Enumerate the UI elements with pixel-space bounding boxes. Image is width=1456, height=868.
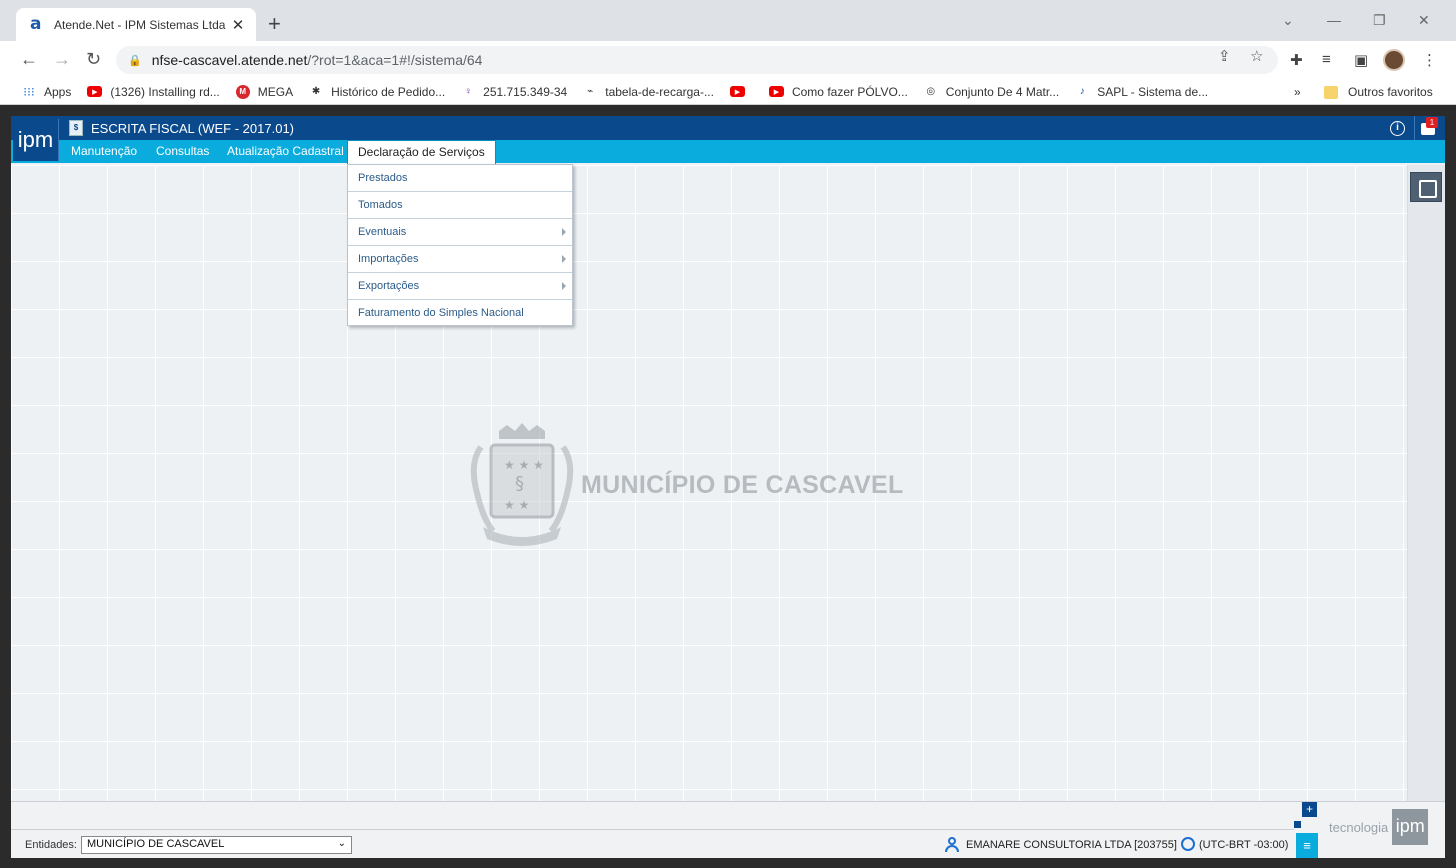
back-icon[interactable]: ← — [20, 49, 38, 69]
address-bar[interactable]: 🔒 nfse-cascavel.atende.net/?rot=1&aca=1#… — [116, 46, 1278, 74]
menu-atualizacao-cadastral[interactable]: Atualização Cadastral — [217, 140, 354, 163]
browser-toolbar: ← → ↻ 🔒 nfse-cascavel.atende.net/?rot=1&… — [0, 41, 1456, 79]
restore-icon[interactable]: ❐ — [1373, 12, 1386, 29]
main-menu: Manutenção Consultas Atualização Cadastr… — [11, 140, 1445, 164]
bookmark-icon: ♪ — [1079, 86, 1085, 97]
youtube-icon: ▶ — [729, 86, 745, 97]
youtube-icon: ▶ — [768, 86, 784, 97]
share-icon[interactable]: ⇪ — [1218, 47, 1231, 65]
logged-user[interactable]: EMANARE CONSULTORIA LTDA [203755] — [966, 839, 1177, 851]
bookmark-installing[interactable]: ▶ (1326) Installing rd... — [87, 85, 220, 99]
window-manager-button[interactable] — [1410, 172, 1442, 202]
media-control-icon[interactable]: ≡ — [1322, 51, 1331, 68]
browser-tabstrip: a Atende.Net - IPM Sistemas Ltda ✕ + ⌄ —… — [0, 0, 1456, 41]
new-tab-button[interactable]: + — [268, 13, 281, 35]
close-window-icon[interactable]: ✕ — [1418, 12, 1430, 29]
bookmark-sapl[interactable]: ♪ SAPL - Sistema de... — [1075, 85, 1208, 99]
menu-option-faturamento-simples[interactable]: Faturamento do Simples Nacional — [348, 300, 572, 327]
menu-kebab-icon[interactable]: ⋮ — [1422, 51, 1437, 69]
menu-option-tomados[interactable]: Tomados — [348, 192, 572, 219]
timezone: (UTC-BRT -03:00) — [1199, 839, 1289, 851]
other-favorites[interactable]: Outros favoritos — [1324, 79, 1433, 105]
app-header: $ ESCRITA FISCAL (WEF - 2017.01) i 1 — [11, 116, 1445, 140]
header-divider — [1414, 116, 1415, 140]
tab-search-icon[interactable]: ⌄ — [1282, 12, 1294, 29]
menu-manutencao[interactable]: Manutenção — [61, 140, 147, 163]
tecnologia-ipm-logo: tecnologia ipm — [1329, 809, 1429, 845]
submenu-arrow-icon — [562, 228, 566, 236]
workspace-side-panel — [1407, 165, 1445, 801]
url-host: nfse-cascavel.atende.net — [151, 52, 308, 68]
clock-icon — [1181, 837, 1195, 851]
coat-of-arms-icon: ★ ★ ★ § ★ ★ — [470, 423, 574, 546]
menu-option-prestados[interactable]: Prestados — [348, 165, 572, 192]
bookmark-icon: ✱ — [311, 86, 321, 97]
youtube-icon: ▶ — [87, 86, 103, 97]
reload-icon[interactable]: ↻ — [86, 49, 101, 69]
entity-select[interactable]: MUNICÍPIO DE CASCAVEL ⌄ — [81, 836, 352, 854]
menu-declaracao-servicos[interactable]: Declaração de Serviços — [347, 140, 496, 164]
panel-indicator — [1294, 821, 1301, 828]
bookmark-tabela[interactable]: ⌁ tabela-de-recarga-... — [583, 85, 714, 99]
atende-favicon-icon: a — [30, 13, 42, 34]
lock-icon[interactable]: 🔒 — [128, 54, 142, 67]
bookmark-icon: ◎ — [926, 86, 936, 97]
tab-title: Atende.Net - IPM Sistemas Ltda — [54, 17, 226, 32]
system-title: ESCRITA FISCAL (WEF - 2017.01) — [91, 121, 294, 136]
svg-text:★ ★: ★ ★ — [504, 498, 529, 512]
person-icon: ♀ — [464, 86, 472, 97]
ipm-logo[interactable]: ipm — [13, 119, 59, 161]
folder-icon — [1324, 85, 1338, 99]
close-tab-icon[interactable]: ✕ — [230, 16, 246, 34]
app-footer: + Entidades: MUNICÍPIO DE CASCAVEL ⌄ EMA… — [11, 801, 1445, 859]
browser-tab[interactable]: a Atende.Net - IPM Sistemas Ltda ✕ — [16, 8, 256, 41]
info-icon[interactable]: i — [1390, 121, 1405, 136]
profile-avatar[interactable] — [1383, 49, 1405, 71]
bookmark-star-icon[interactable]: ☆ — [1250, 47, 1263, 65]
submenu-arrow-icon — [562, 255, 566, 263]
add-panel-button[interactable]: + — [1302, 802, 1317, 817]
app-window: $ ESCRITA FISCAL (WEF - 2017.01) i 1 ipm… — [11, 116, 1445, 859]
menu-option-exportacoes[interactable]: Exportações — [348, 273, 572, 300]
bookmark-apps[interactable]: ⁝⁝⁝ Apps — [22, 85, 71, 99]
menu-option-eventuais[interactable]: Eventuais — [348, 219, 572, 246]
chevron-down-icon: ⌄ — [337, 838, 346, 849]
bookmark-historico[interactable]: ✱ Histórico de Pedido... — [309, 85, 445, 99]
bookmarks-bar: ⁝⁝⁝ Apps ▶ (1326) Installing rd... M MEGA ✱… — [0, 79, 1456, 105]
bookmark-cpf[interactable]: ♀ 251.715.349-34 — [461, 85, 567, 99]
bookmark-conjunto[interactable]: ◎ Conjunto De 4 Matr... — [924, 85, 1059, 99]
extensions-icon[interactable]: ✚ — [1290, 51, 1303, 69]
user-icon — [945, 837, 959, 852]
bookmark-mega[interactable]: M MEGA — [235, 84, 293, 99]
mega-icon: M — [235, 84, 250, 99]
notification-badge: 1 — [1426, 117, 1438, 128]
municipality-name: MUNICÍPIO DE CASCAVEL — [581, 470, 904, 499]
forward-icon[interactable]: → — [53, 49, 71, 69]
minimize-icon[interactable]: — — [1327, 12, 1341, 28]
status-bar: Entidades: MUNICÍPIO DE CASCAVEL ⌄ EMANA… — [11, 829, 1294, 858]
menu-consultas[interactable]: Consultas — [146, 140, 219, 163]
declaracao-dropdown: Prestados Tomados Eventuais Importações … — [347, 164, 573, 326]
bookmark-polvora[interactable]: ▶ Como fazer PÓLVO... — [768, 85, 908, 99]
svg-text:★ ★ ★: ★ ★ ★ — [504, 458, 544, 472]
url-path: /?rot=1&aca=1#!/sistema/64 — [307, 52, 483, 68]
bookmark-icon: ⌁ — [587, 86, 594, 97]
system-icon: $ — [69, 120, 83, 136]
entities-label: Entidades: — [25, 839, 77, 851]
more-bookmarks-button[interactable]: » — [1294, 79, 1301, 105]
taskbar-strip — [0, 858, 1456, 868]
menu-option-importacoes[interactable]: Importações — [348, 246, 572, 273]
bookmark-youtube[interactable]: ▶ — [729, 86, 753, 97]
apps-grid-icon: ⁝⁝⁝ — [23, 84, 35, 99]
submenu-arrow-icon — [562, 282, 566, 290]
municipality-brand: ★ ★ ★ § ★ ★ MUNICÍPIO DE CASCAVEL — [469, 423, 904, 547]
list-menu-button[interactable]: ≡ — [1296, 833, 1318, 859]
svg-text:§: § — [515, 473, 524, 494]
side-panel-icon[interactable]: ▣ — [1354, 51, 1368, 69]
